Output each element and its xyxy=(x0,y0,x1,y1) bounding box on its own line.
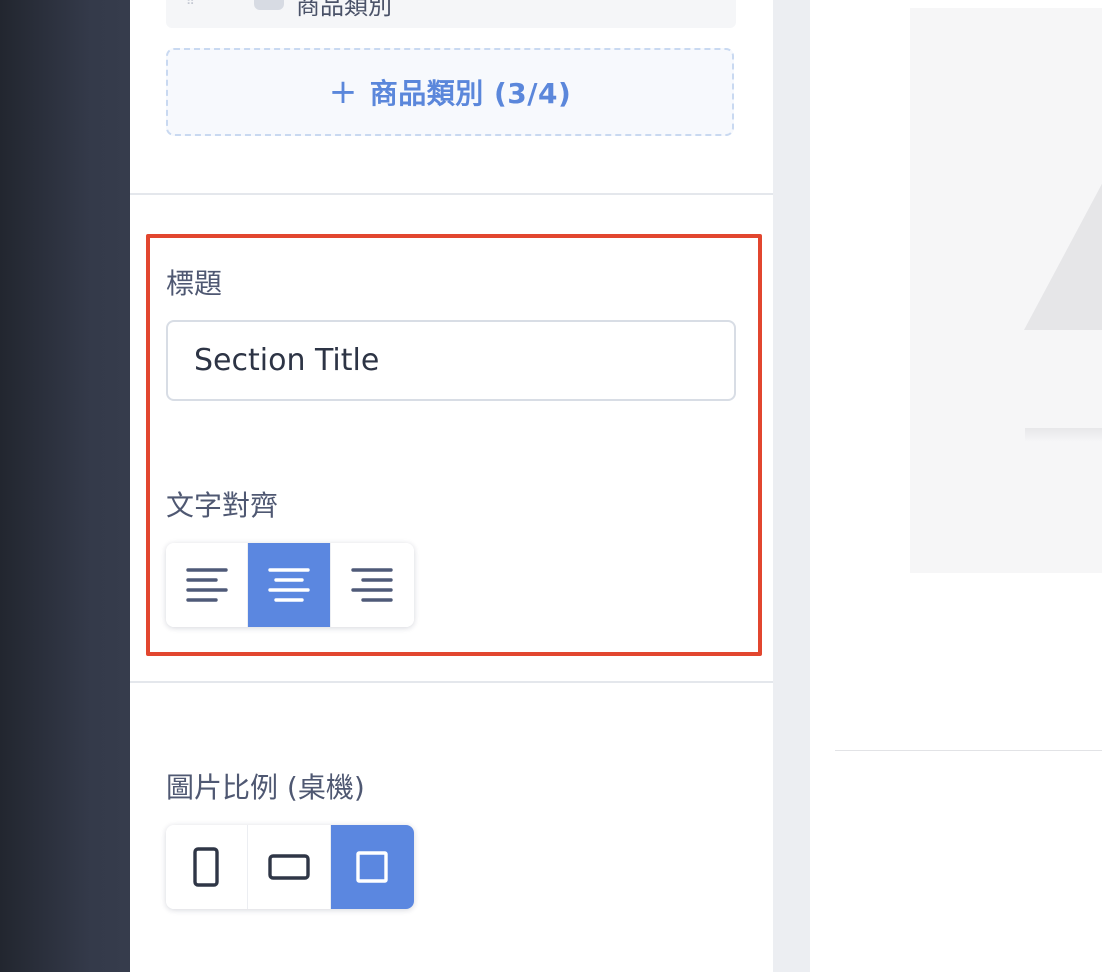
ratio-landscape-button[interactable] xyxy=(248,825,331,909)
category-list-item[interactable]: ⠿ 商品類別 xyxy=(166,0,736,28)
add-category-button[interactable]: + 商品類別 (3/4) xyxy=(166,48,734,136)
ratio-square-button[interactable] xyxy=(330,825,414,909)
drag-handle-icon[interactable]: ⠿ xyxy=(186,0,198,8)
preview-pane xyxy=(810,0,1102,972)
align-right-icon xyxy=(351,568,394,602)
align-left-icon xyxy=(185,568,228,602)
category-icon xyxy=(254,0,284,10)
section-divider xyxy=(130,193,773,195)
align-left-button[interactable] xyxy=(166,543,249,627)
text-align-segmented-control xyxy=(166,543,414,627)
section-title-input[interactable] xyxy=(166,320,736,401)
align-center-icon xyxy=(268,568,310,602)
square-ratio-icon xyxy=(356,851,389,883)
plus-icon: + xyxy=(328,72,358,112)
text-align-label: 文字對齊 xyxy=(166,489,279,522)
align-right-button[interactable] xyxy=(330,543,414,627)
app-sidebar xyxy=(0,0,130,972)
add-category-label: 商品類別 (3/4) xyxy=(369,77,572,110)
portrait-ratio-icon xyxy=(192,847,219,887)
align-center-button[interactable] xyxy=(248,543,331,627)
ratio-portrait-button[interactable] xyxy=(166,825,249,909)
image-ratio-segmented-control xyxy=(166,825,414,909)
section-divider xyxy=(130,681,773,683)
settings-panel: ⠿ 商品類別 + 商品類別 (3/4) 標題 文字對齊 xyxy=(130,0,773,972)
image-ratio-label: 圖片比例 (桌機) xyxy=(166,771,365,804)
image-placeholder-icon xyxy=(1024,180,1102,330)
panel-gutter xyxy=(773,0,810,972)
title-field-label: 標題 xyxy=(166,267,223,300)
landscape-ratio-icon xyxy=(268,854,310,880)
category-item-label: 商品類別 xyxy=(296,0,392,20)
preview-divider xyxy=(835,750,1102,751)
preview-shadow xyxy=(1025,428,1102,442)
